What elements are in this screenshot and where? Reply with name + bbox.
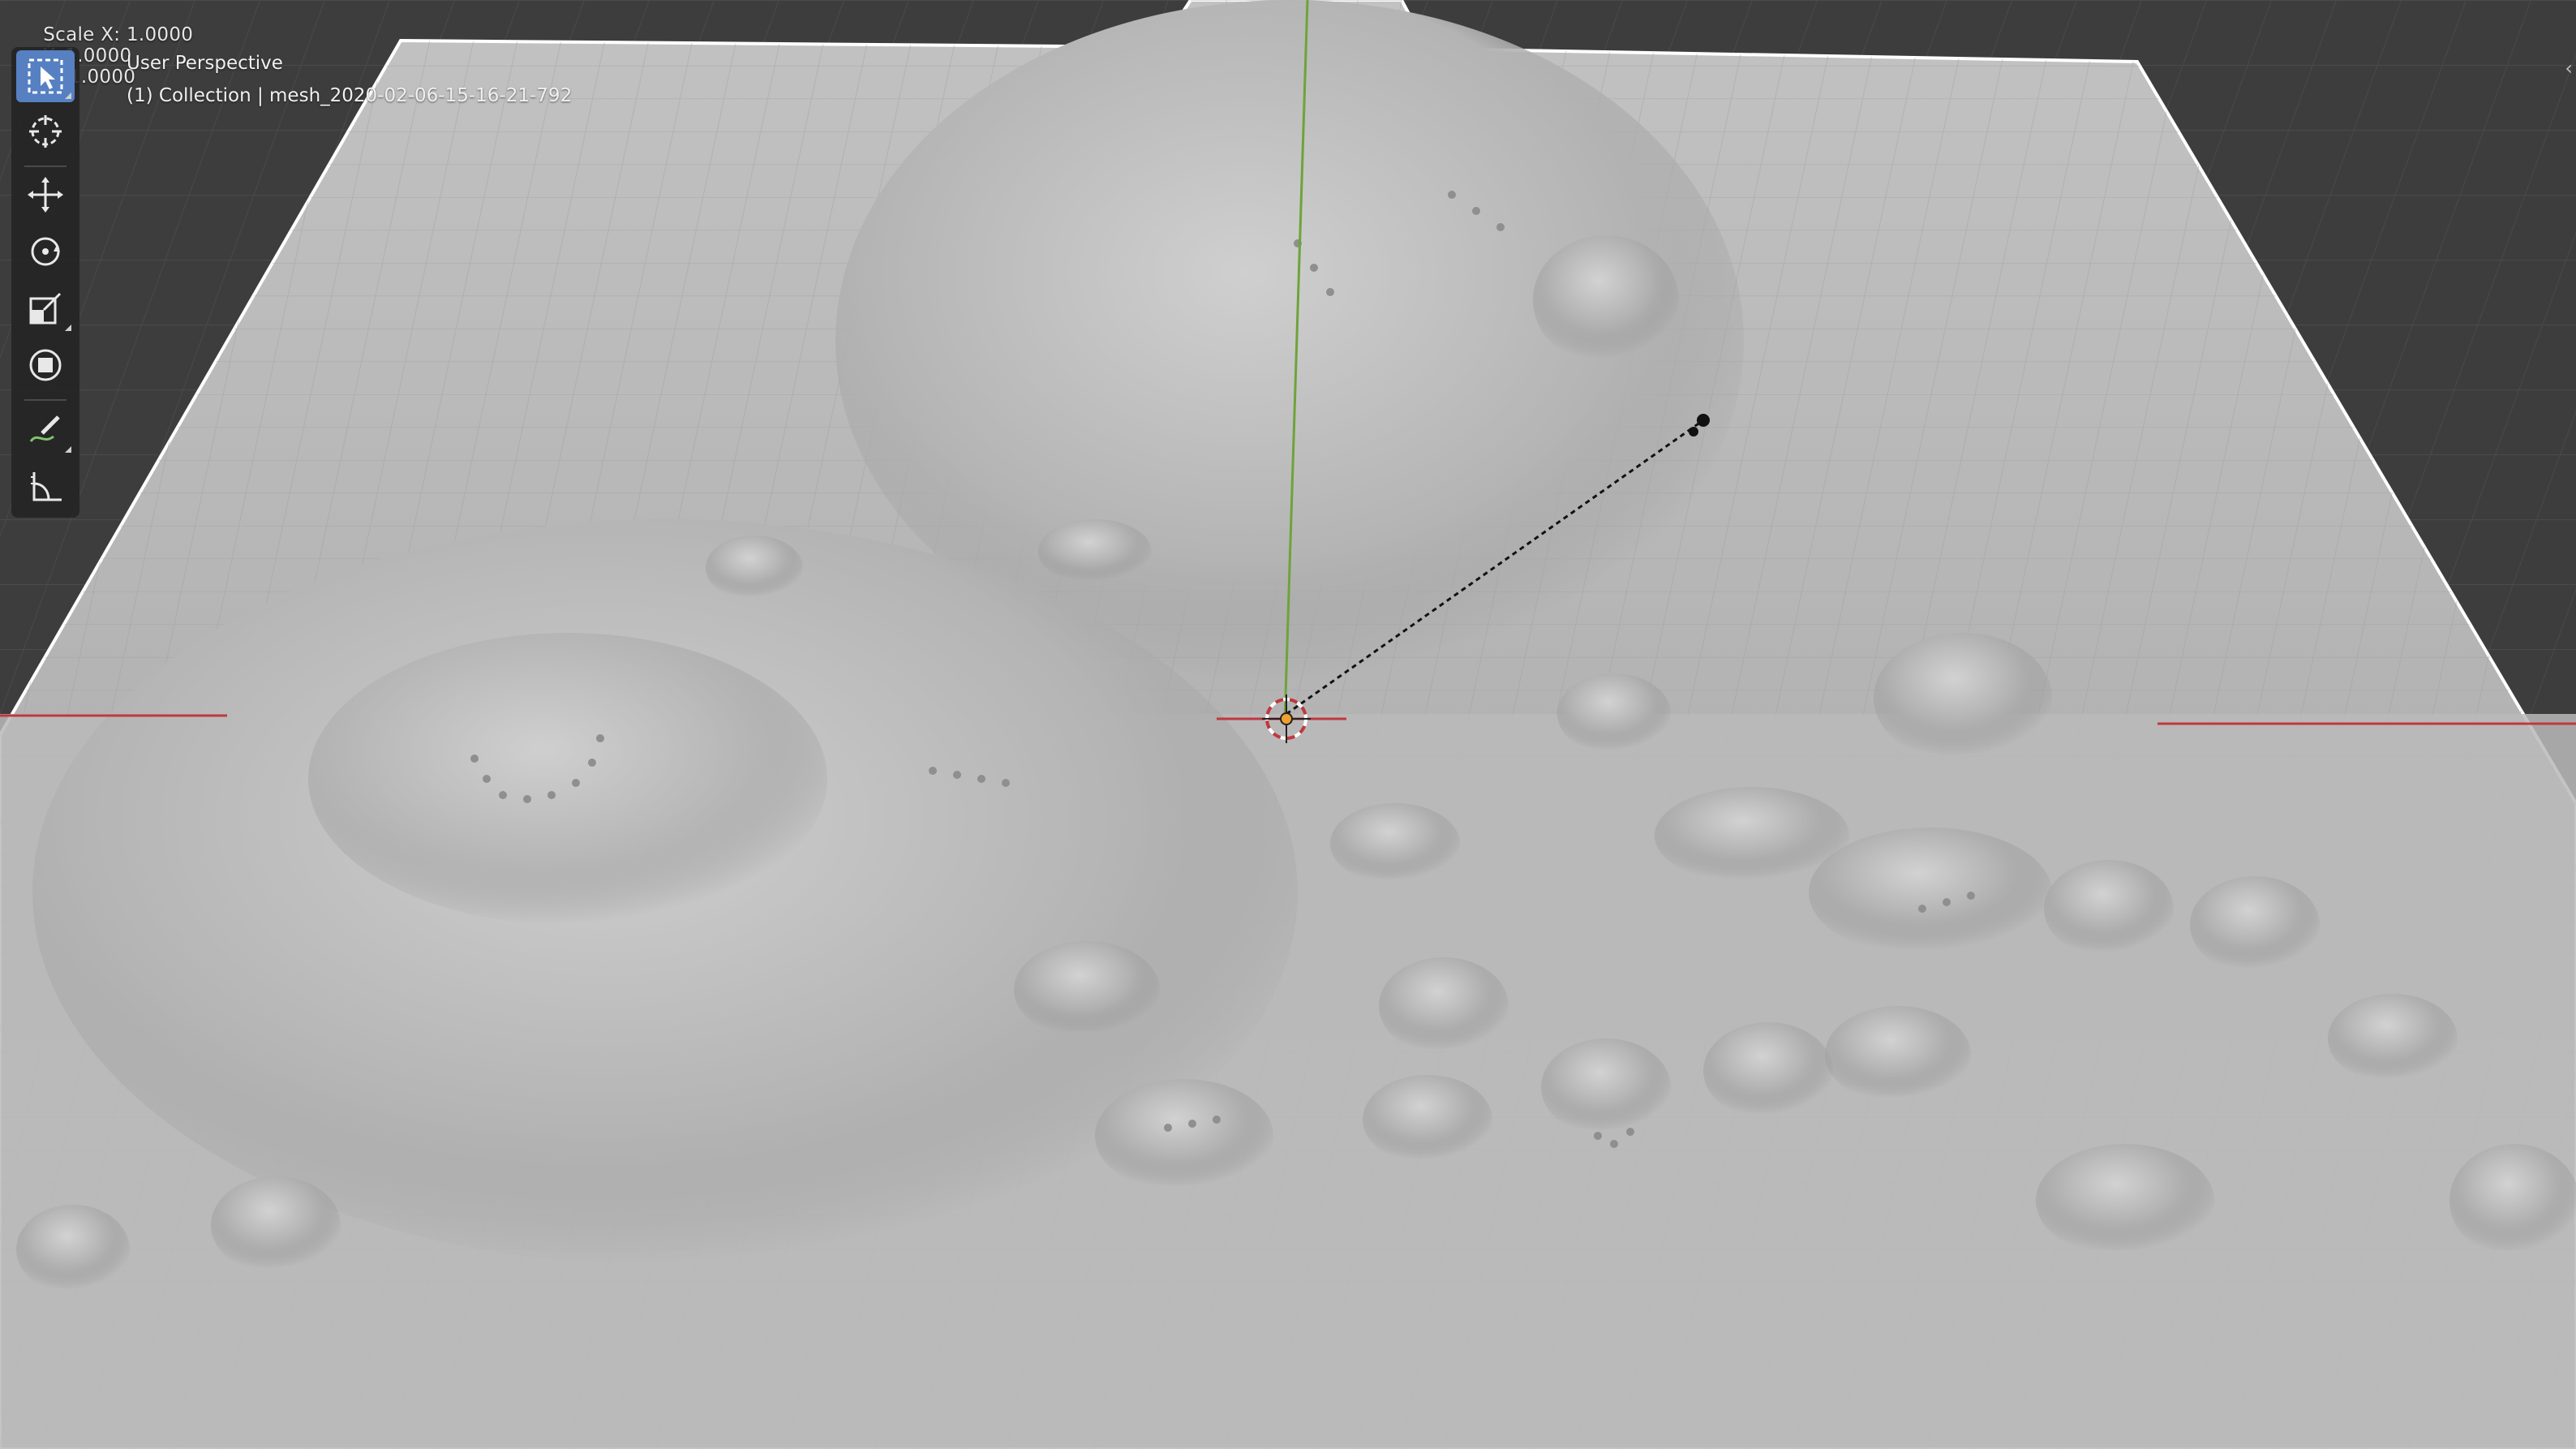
tool-annotate[interactable] xyxy=(16,404,75,456)
rotate-icon xyxy=(31,237,60,266)
tool-scale[interactable] xyxy=(16,282,75,334)
tool-cursor[interactable] xyxy=(16,105,75,157)
tool-select-box[interactable] xyxy=(16,50,75,102)
cursor-icon xyxy=(29,115,62,148)
scale-icon xyxy=(29,292,62,325)
scale-x-readout: Scale X: 1.0000 xyxy=(43,24,194,45)
transform-icon xyxy=(29,349,62,381)
tool-rotate[interactable] xyxy=(16,226,75,277)
viewport-scene xyxy=(0,0,2576,1449)
select-box-icon xyxy=(28,58,63,94)
tool-shelf xyxy=(11,47,79,518)
annotate-icon xyxy=(29,415,60,442)
tool-transform[interactable] xyxy=(16,339,75,391)
tool-measure[interactable] xyxy=(16,461,75,513)
collection-label: (1) Collection | mesh_2020-02-06-15-16-2… xyxy=(127,85,573,106)
viewport-info: User Perspective (1) Collection | mesh_2… xyxy=(127,47,572,112)
measure-icon xyxy=(31,472,62,501)
3d-viewport[interactable] xyxy=(0,0,2576,1449)
perspective-label: User Perspective xyxy=(127,53,283,74)
sidebar-toggle[interactable]: ‹ xyxy=(2565,57,2573,80)
light-handle xyxy=(1697,414,1710,427)
tool-move[interactable] xyxy=(16,169,75,221)
move-icon xyxy=(28,177,63,213)
